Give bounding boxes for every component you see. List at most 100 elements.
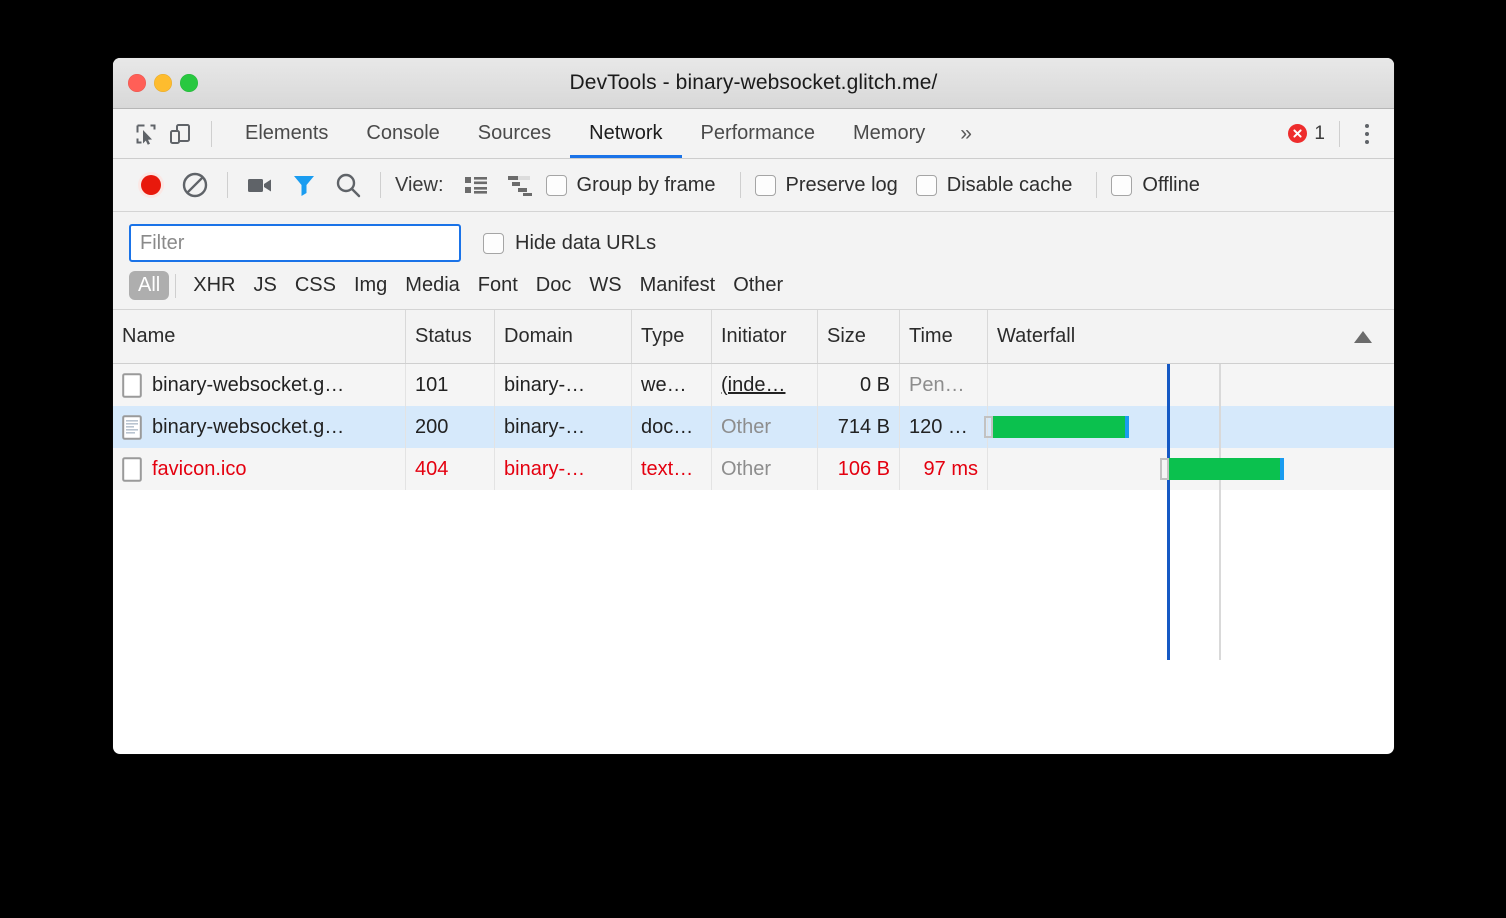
cell-type: text… <box>632 448 712 490</box>
clear-icon[interactable] <box>173 168 217 202</box>
checkbox-box <box>483 233 504 254</box>
camera-icon[interactable] <box>238 168 282 202</box>
preserve-log-checkbox[interactable]: Preserve log <box>755 174 898 197</box>
column-header-waterfall[interactable]: Waterfall <box>988 310 1394 363</box>
group-by-frame-checkbox[interactable]: Group by frame <box>546 174 716 197</box>
hide-data-urls-checkbox[interactable]: Hide data URLs <box>483 232 656 255</box>
cell-size: 714 B <box>818 406 900 448</box>
cell-domain: binary-… <box>495 406 632 448</box>
search-icon[interactable] <box>326 168 370 202</box>
window-title: DevTools - binary-websocket.glitch.me/ <box>113 71 1394 95</box>
request-name: binary-websocket.g… <box>152 374 344 397</box>
type-filter-css[interactable]: CSS <box>286 271 345 300</box>
column-header-domain[interactable]: Domain <box>495 310 632 363</box>
initiator-link[interactable]: (inde… <box>721 374 785 397</box>
network-filterbar: Hide data URLs All XHR JS CSS Img Media … <box>113 212 1394 310</box>
cell-status: 200 <box>406 406 495 448</box>
offline-label: Offline <box>1142 174 1199 197</box>
cell-waterfall <box>988 448 1394 490</box>
tab-memory[interactable]: Memory <box>834 109 944 158</box>
type-filter-manifest[interactable]: Manifest <box>631 271 725 300</box>
type-filter-divider <box>175 274 176 298</box>
type-filter-js[interactable]: JS <box>244 271 285 300</box>
tab-elements[interactable]: Elements <box>226 109 347 158</box>
type-filter-doc[interactable]: Doc <box>527 271 581 300</box>
more-tabs-chevron-icon[interactable]: » <box>944 109 988 158</box>
cell-initiator: Other <box>712 448 818 490</box>
error-count: 1 <box>1314 123 1325 145</box>
type-filter-media[interactable]: Media <box>396 271 468 300</box>
table-row[interactable]: binary-websocket.g… 101 binary-… we… (in… <box>113 364 1394 406</box>
initiator-value: Other <box>721 458 771 481</box>
list-view-icon[interactable] <box>454 168 498 202</box>
toolbar-divider-1 <box>227 172 228 198</box>
table-header-row: Name Status Domain Type Initiator Size T… <box>113 310 1394 364</box>
cell-name: favicon.ico <box>113 448 406 490</box>
type-filter-other[interactable]: Other <box>724 271 792 300</box>
cell-type: doc… <box>632 406 712 448</box>
cell-initiator: Other <box>712 406 818 448</box>
column-header-time[interactable]: Time <box>900 310 988 363</box>
toolbar-divider-3 <box>740 172 741 198</box>
hide-data-urls-label: Hide data URLs <box>515 232 656 255</box>
checkbox-box <box>546 175 567 196</box>
disable-cache-label: Disable cache <box>947 174 1073 197</box>
cell-size: 106 B <box>818 448 900 490</box>
record-icon[interactable] <box>129 168 173 202</box>
tab-performance[interactable]: Performance <box>682 109 835 158</box>
cell-domain: binary-… <box>495 448 632 490</box>
cell-time: Pen… <box>900 364 988 406</box>
error-badge[interactable]: 1 <box>1288 123 1325 145</box>
column-header-waterfall-label: Waterfall <box>997 325 1075 348</box>
inspect-element-icon[interactable] <box>129 119 163 149</box>
checkbox-box <box>916 175 937 196</box>
cell-name: binary-websocket.g… <box>113 406 406 448</box>
type-filter-img[interactable]: Img <box>345 271 396 300</box>
html-document-icon <box>122 415 142 440</box>
view-label: View: <box>395 174 444 197</box>
table-row[interactable]: favicon.ico 404 binary-… text… Other 106… <box>113 448 1394 490</box>
funnel-filter-icon[interactable] <box>282 168 326 202</box>
checkbox-box <box>755 175 776 196</box>
cell-status: 101 <box>406 364 495 406</box>
table-row[interactable]: binary-websocket.g… 200 binary-… doc… Ot… <box>113 406 1394 448</box>
resource-type-filters: All XHR JS CSS Img Media Font Doc WS Man… <box>113 262 1394 309</box>
waterfall-view-icon[interactable] <box>498 168 542 202</box>
tabbar-right-controls: 1 <box>1288 117 1384 151</box>
type-filter-ws[interactable]: WS <box>580 271 630 300</box>
cell-time: 120 … <box>900 406 988 448</box>
request-name: favicon.ico <box>152 458 247 481</box>
column-header-type[interactable]: Type <box>632 310 712 363</box>
type-filter-xhr[interactable]: XHR <box>184 271 244 300</box>
toolbar-divider-2 <box>380 172 381 198</box>
blank-document-icon <box>122 457 142 482</box>
tab-console[interactable]: Console <box>347 109 458 158</box>
tabbar-divider <box>211 121 212 147</box>
tab-network[interactable]: Network <box>570 109 681 158</box>
cell-type: we… <box>632 364 712 406</box>
device-toolbar-icon[interactable] <box>163 119 197 149</box>
cell-name: binary-websocket.g… <box>113 364 406 406</box>
blank-document-icon <box>122 373 142 398</box>
disable-cache-checkbox[interactable]: Disable cache <box>916 174 1073 197</box>
type-filter-font[interactable]: Font <box>469 271 527 300</box>
preserve-log-label: Preserve log <box>786 174 898 197</box>
offline-checkbox[interactable]: Offline <box>1111 174 1199 197</box>
column-header-name[interactable]: Name <box>113 310 406 363</box>
tabbar-right-divider <box>1339 121 1340 147</box>
sort-ascending-icon <box>1354 331 1372 343</box>
cell-status: 404 <box>406 448 495 490</box>
network-requests-table: Name Status Domain Type Initiator Size T… <box>113 310 1394 660</box>
column-header-initiator[interactable]: Initiator <box>712 310 818 363</box>
devtools-tabs: Elements Console Sources Network Perform… <box>226 109 988 158</box>
kebab-menu-icon[interactable] <box>1350 117 1384 151</box>
devtools-tabbar: Elements Console Sources Network Perform… <box>113 109 1394 159</box>
cell-waterfall <box>988 364 1394 406</box>
type-filter-all[interactable]: All <box>129 271 169 300</box>
tab-sources[interactable]: Sources <box>459 109 570 158</box>
filter-input[interactable] <box>129 224 461 262</box>
column-header-status[interactable]: Status <box>406 310 495 363</box>
error-icon <box>1288 124 1307 143</box>
cell-initiator[interactable]: (inde… <box>712 364 818 406</box>
column-header-size[interactable]: Size <box>818 310 900 363</box>
